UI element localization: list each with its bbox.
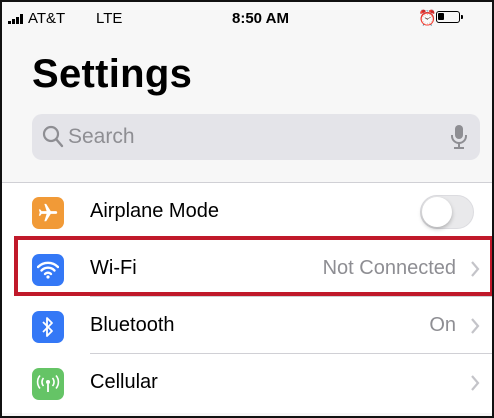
microphone-icon[interactable] xyxy=(450,124,468,155)
airplane-icon xyxy=(32,197,64,229)
settings-row-bluetooth[interactable]: Bluetooth On xyxy=(0,297,494,354)
cellular-icon xyxy=(32,368,64,400)
carrier-name: AT&T xyxy=(28,10,66,27)
settings-row-cellular[interactable]: Cellular xyxy=(0,354,494,411)
bluetooth-icon xyxy=(32,311,64,343)
row-label: Airplane Mode xyxy=(90,200,219,222)
search-icon xyxy=(42,125,64,154)
settings-row-wifi[interactable]: Wi-Fi Not Connected xyxy=(0,240,494,297)
wifi-icon xyxy=(32,254,64,286)
status-time: 8:50 AM xyxy=(232,10,289,27)
signal-bars-icon xyxy=(8,14,23,24)
row-value: On xyxy=(429,314,456,336)
search-bar[interactable]: Search xyxy=(32,114,480,160)
chevron-right-icon xyxy=(470,317,480,340)
battery-icon xyxy=(436,11,463,23)
chevron-right-icon xyxy=(470,374,480,397)
row-label: Bluetooth xyxy=(90,314,175,336)
settings-list: Airplane Mode Wi-Fi Not Connected Blueto… xyxy=(0,182,494,413)
network-type: LTE xyxy=(96,10,123,27)
row-label: Cellular xyxy=(90,371,158,393)
page-title: Settings xyxy=(32,52,193,96)
airplane-mode-toggle[interactable] xyxy=(420,195,474,229)
alarm-icon: ⏰ xyxy=(418,10,437,27)
toggle-knob xyxy=(422,197,452,227)
row-value: Not Connected xyxy=(322,257,456,279)
status-bar: AT&T LTE 8:50 AM ⏰ xyxy=(0,0,494,36)
row-label: Wi-Fi xyxy=(90,257,137,279)
search-input[interactable]: Search xyxy=(68,125,135,149)
settings-row-airplane-mode[interactable]: Airplane Mode xyxy=(0,183,494,240)
chevron-right-icon xyxy=(470,260,480,283)
